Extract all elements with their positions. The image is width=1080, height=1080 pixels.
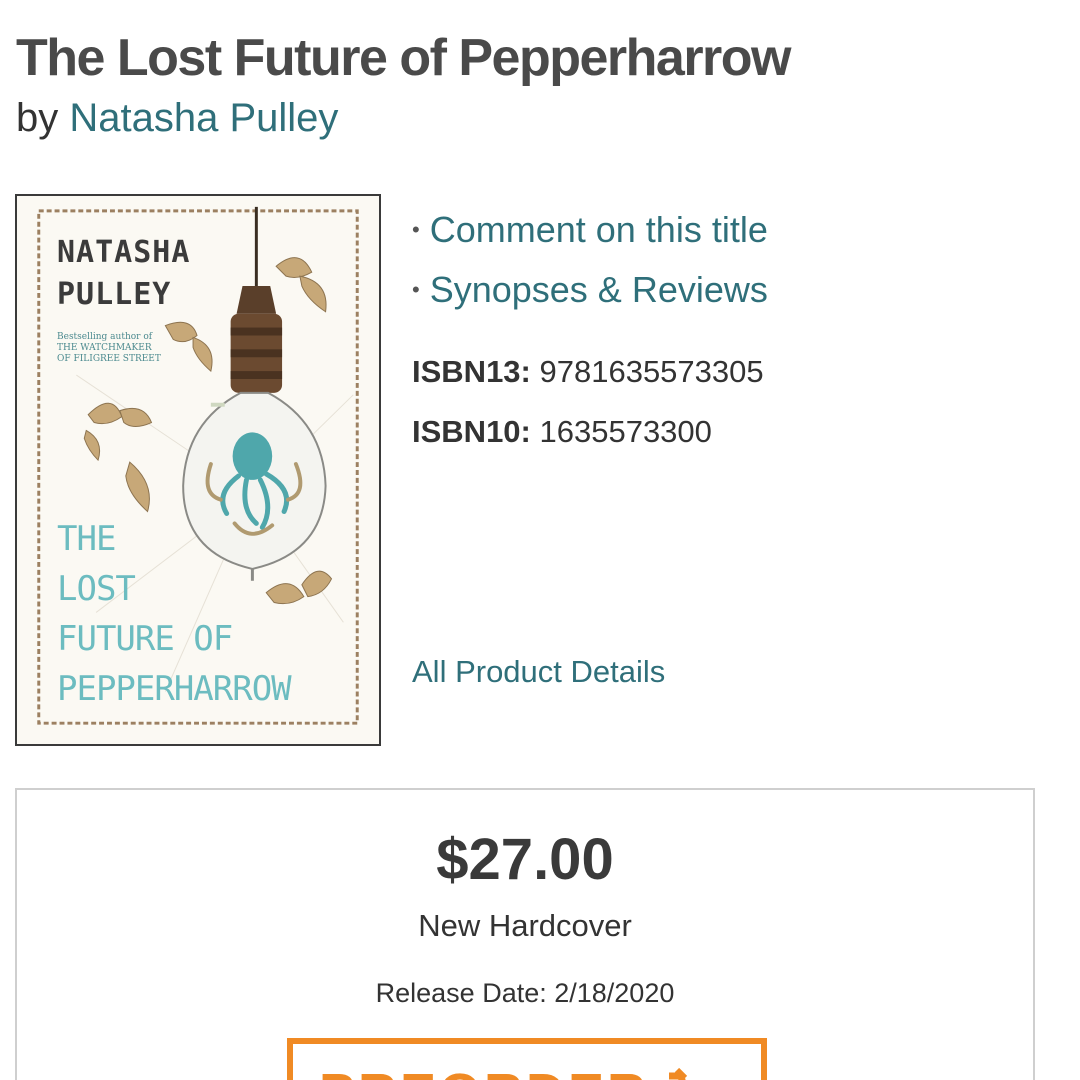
comment-link[interactable]: Comment on this title bbox=[430, 209, 768, 251]
isbn13-label: ISBN13: bbox=[412, 354, 531, 389]
preorder-label: PREORDER bbox=[319, 1062, 649, 1080]
cover-author-line: NATASHA bbox=[57, 235, 191, 270]
cover-title-line: FUTURE OF bbox=[57, 619, 233, 659]
isbn10-value: 1635573300 bbox=[539, 414, 712, 449]
by-label: by bbox=[16, 96, 59, 140]
isbn10-label: ISBN10: bbox=[412, 414, 531, 449]
preorder-button[interactable]: PREORDER bbox=[287, 1038, 767, 1080]
bullet-icon: • bbox=[412, 217, 420, 242]
release-date: Release Date: 2/18/2020 bbox=[375, 978, 675, 1008]
cover-author-name: NATASHA PULLEY bbox=[57, 232, 190, 316]
cover-tagline-line: THE WATCHMAKER bbox=[57, 343, 152, 353]
isbn10-row: ISBN10: 1635573300 bbox=[412, 414, 712, 450]
synopses-reviews-link[interactable]: Synopses & Reviews bbox=[430, 269, 768, 311]
title-links: • Comment on this title • Synopses & Rev… bbox=[412, 200, 768, 320]
cover-tagline-line: Bestselling author of bbox=[57, 332, 153, 342]
byline: by Natasha Pulley bbox=[16, 96, 338, 141]
book-cover-image[interactable]: NATASHA PULLEY Bestselling author of THE… bbox=[15, 194, 381, 746]
cart-icon bbox=[669, 1068, 688, 1080]
cover-title: THE LOST FUTURE OF PEPPERHARROW bbox=[57, 514, 292, 714]
purchase-box: $27.00 New Hardcover Release Date: 2/18/… bbox=[15, 788, 1035, 1080]
format-label: New Hardcover bbox=[418, 908, 632, 943]
link-item: • Comment on this title bbox=[412, 200, 768, 260]
link-item: • Synopses & Reviews bbox=[412, 260, 768, 320]
all-product-details-link[interactable]: All Product Details bbox=[412, 654, 665, 690]
cover-title-line: THE bbox=[57, 519, 116, 559]
isbn13-value: 9781635573305 bbox=[539, 354, 764, 389]
cover-tagline-line: OF FILIGREE STREET bbox=[57, 354, 161, 364]
book-title: The Lost Future of Pepperharrow bbox=[16, 29, 792, 87]
bullet-icon: • bbox=[412, 277, 420, 302]
cover-tagline: Bestselling author of THE WATCHMAKER OF … bbox=[57, 332, 161, 365]
product-page: The Lost Future of Pepperharrow by Natas… bbox=[0, 0, 1080, 1080]
cover-title-line: PEPPERHARROW bbox=[57, 669, 292, 709]
author-link[interactable]: Natasha Pulley bbox=[69, 96, 338, 140]
cover-author-line: PULLEY bbox=[57, 277, 172, 312]
cover-title-line: LOST bbox=[57, 569, 136, 609]
isbn13-row: ISBN13: 9781635573305 bbox=[412, 354, 764, 390]
price: $27.00 bbox=[436, 827, 614, 892]
